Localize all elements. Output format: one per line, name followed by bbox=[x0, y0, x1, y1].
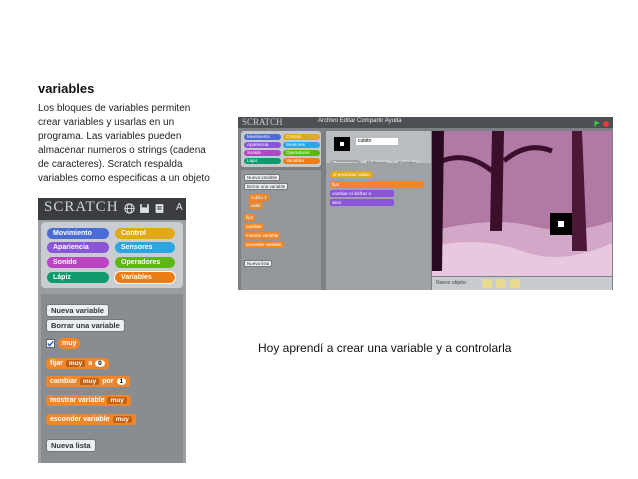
new-list-button[interactable]: Nueva lista bbox=[244, 260, 273, 267]
scratch-screenshot-variables: SCRATCH A Movimiento Control Apariencia … bbox=[38, 198, 186, 463]
category-apariencia[interactable]: Apariencia bbox=[47, 242, 109, 253]
paragraph-line: variables como especificas a un objeto bbox=[38, 173, 210, 184]
new-sprite-label: Nuevo objeto: bbox=[436, 280, 467, 286]
category-variables[interactable]: Variables bbox=[115, 272, 175, 283]
category-lapiz[interactable]: Lápiz bbox=[47, 272, 109, 283]
paint-sprite-button[interactable] bbox=[482, 279, 492, 288]
paragraph-line: de caracteres). Scratch respalda bbox=[38, 159, 183, 170]
block-label: esconder variable bbox=[50, 416, 110, 423]
variable-dropdown[interactable]: muy bbox=[112, 416, 132, 423]
green-flag-stop-icons[interactable] bbox=[594, 120, 610, 128]
category-operadores[interactable]: Operadores bbox=[115, 257, 175, 268]
category-sensores[interactable]: Sensores bbox=[283, 142, 320, 148]
sprite-thumbnail bbox=[334, 137, 350, 151]
variable-reporter[interactable]: cubito 1 bbox=[249, 194, 269, 201]
stage-canvas[interactable] bbox=[432, 131, 612, 276]
category-variables[interactable]: Variables bbox=[283, 158, 320, 164]
save-icon[interactable] bbox=[139, 203, 150, 214]
scripts-area[interactable]: al presionar cubito fijar cambiar el dis… bbox=[326, 163, 431, 290]
new-list-button[interactable]: Nueva lista bbox=[46, 439, 96, 452]
block-label: por bbox=[102, 378, 114, 385]
category-control[interactable]: Control bbox=[283, 134, 320, 140]
paragraph-line: Los bloques de variables permiten bbox=[38, 103, 191, 114]
block-label: cambiar bbox=[50, 378, 77, 385]
checkbox-checked-icon[interactable] bbox=[46, 339, 55, 348]
hide-variable-block[interactable]: esconder variable bbox=[244, 241, 284, 248]
say-block[interactable]: decir bbox=[330, 199, 394, 206]
scratch-logo: SCRATCH bbox=[44, 199, 119, 215]
category-sonido[interactable]: Sonido bbox=[47, 257, 109, 268]
variable-dropdown[interactable]: muy bbox=[107, 397, 127, 404]
variable-dropdown[interactable]: muy bbox=[65, 360, 86, 367]
random-sprite-button[interactable] bbox=[510, 279, 520, 288]
variable-reporter[interactable]: valor bbox=[249, 202, 263, 209]
slide-paragraph: Los bloques de variables permiten crear … bbox=[38, 102, 238, 186]
set-variable-block[interactable]: fijar bbox=[330, 181, 424, 188]
hide-variable-block[interactable]: esconder variable muy bbox=[46, 414, 136, 425]
blocks-palette: Nueva variable Borrar una variable muy f… bbox=[41, 294, 183, 463]
set-variable-block[interactable]: fijar bbox=[244, 214, 256, 221]
scratch-toolbar: SCRATCH Archivo Editar Compartir Ayuda bbox=[238, 117, 613, 128]
scratch-toolbar: SCRATCH A bbox=[38, 198, 186, 220]
delete-variable-button[interactable]: Borrar una variable bbox=[244, 183, 289, 190]
category-sonido[interactable]: Sonido bbox=[244, 150, 281, 156]
share-icon[interactable] bbox=[154, 203, 165, 214]
new-variable-button[interactable]: Nueva variable bbox=[244, 174, 281, 181]
switch-costume-block[interactable]: cambiar el disfraz a bbox=[330, 190, 394, 197]
paragraph-line: crear variables y usarlas en un bbox=[38, 117, 175, 128]
value-input[interactable]: 1 bbox=[116, 378, 127, 385]
category-movimiento[interactable]: Movimiento bbox=[47, 228, 109, 239]
change-variable-block[interactable]: cambiar muy por 1 bbox=[46, 376, 131, 387]
choose-sprite-button[interactable] bbox=[496, 279, 506, 288]
new-variable-button[interactable]: Nueva variable bbox=[46, 304, 109, 317]
category-sensores[interactable]: Sensores bbox=[115, 242, 175, 253]
scratch-screenshot-project: SCRATCH Archivo Editar Compartir Ayuda M… bbox=[238, 117, 613, 290]
set-variable-block[interactable]: fijar muy a 0 bbox=[46, 358, 109, 369]
category-operadores[interactable]: Operadores bbox=[283, 150, 320, 156]
block-label: a bbox=[88, 360, 93, 367]
block-label: mostrar variable bbox=[50, 397, 105, 404]
category-panel: Movimiento Control Apariencia Sensores S… bbox=[41, 222, 183, 288]
paragraph-line: programa. Las variables pueden bbox=[38, 131, 182, 142]
variable-reporter-muy[interactable]: muy bbox=[58, 338, 81, 349]
category-movimiento[interactable]: Movimiento bbox=[244, 134, 281, 140]
category-lapiz[interactable]: Lápiz bbox=[244, 158, 281, 164]
value-input[interactable]: 0 bbox=[95, 360, 105, 367]
sprite-dot bbox=[340, 142, 344, 146]
delete-variable-button[interactable]: Borrar una variable bbox=[46, 319, 125, 332]
forest-backdrop-image bbox=[432, 131, 612, 276]
scratch-logo: SCRATCH bbox=[242, 117, 283, 127]
globe-icon[interactable] bbox=[124, 203, 135, 214]
show-variable-block[interactable]: mostrar variable muy bbox=[46, 395, 131, 406]
paragraph-line: almacenar numeros o strings (cadena bbox=[38, 145, 206, 156]
sprite-list-bar: Nuevo objeto: bbox=[432, 277, 612, 290]
change-variable-block[interactable]: cambiar bbox=[244, 223, 265, 230]
category-control[interactable]: Control bbox=[115, 228, 175, 239]
variable-dropdown[interactable]: muy bbox=[79, 378, 100, 385]
sprite-name-field[interactable]: cubito bbox=[356, 138, 398, 145]
show-variable-block[interactable]: mostrar variable bbox=[244, 232, 281, 239]
slide-caption: Hoy aprendí a crear una variable y a con… bbox=[258, 341, 512, 355]
menu-archivo-partial[interactable]: A bbox=[176, 202, 183, 213]
category-apariencia[interactable]: Apariencia bbox=[244, 142, 281, 148]
menu-bar[interactable]: Archivo Editar Compartir Ayuda bbox=[318, 118, 402, 124]
variable-row: muy bbox=[46, 338, 81, 349]
category-panel: Movimiento Control Apariencia Sensores S… bbox=[241, 131, 321, 167]
slide-title: variables bbox=[38, 81, 95, 96]
when-clicked-hat-block[interactable]: al presionar cubito bbox=[330, 171, 373, 178]
blocks-palette: Nueva variable Borrar una variable cubit… bbox=[241, 170, 321, 290]
block-label: fijar bbox=[50, 360, 63, 367]
